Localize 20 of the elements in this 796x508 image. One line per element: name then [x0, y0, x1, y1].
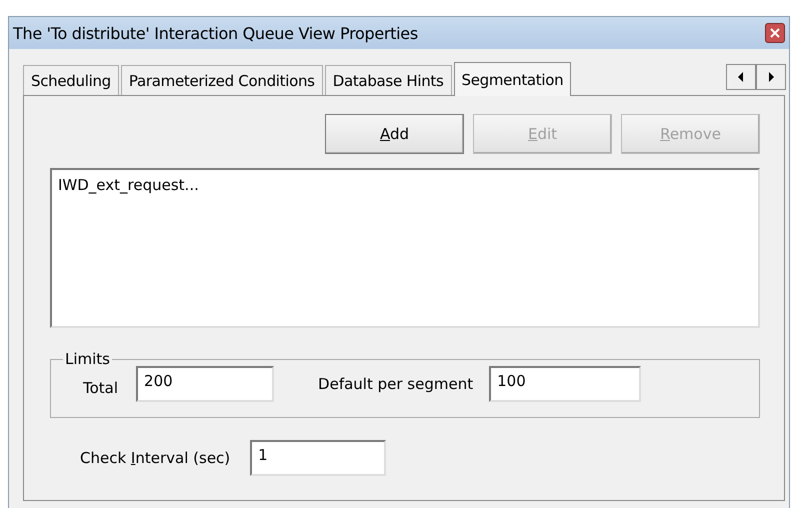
left-arrow-icon — [738, 72, 744, 82]
action-button[interactable]: Add — [325, 114, 464, 154]
group-title: Limits — [64, 350, 111, 368]
list-item[interactable]: IWD_ext_request... — [58, 176, 752, 194]
field-label: Default per segment — [318, 375, 474, 393]
tab[interactable]: Parameterized Conditions — [120, 65, 323, 95]
input-field[interactable]: 100 — [489, 366, 642, 402]
close-button[interactable] — [765, 23, 785, 43]
tab[interactable]: Segmentation — [454, 62, 572, 96]
field-label: Total — [83, 379, 118, 397]
window-title: The 'To distribute' Interaction Queue View Properties — [13, 24, 418, 42]
scroll-right-button[interactable] — [756, 64, 786, 90]
close-icon — [770, 28, 780, 38]
input-field[interactable]: 1 — [250, 440, 386, 476]
field-label: Check Interval (sec) — [80, 449, 230, 467]
tab[interactable]: Scheduling — [23, 65, 119, 95]
scroll-left-button[interactable] — [726, 64, 756, 90]
input-field[interactable]: 200 — [136, 366, 274, 402]
tab[interactable]: Database Hints — [324, 65, 452, 95]
right-arrow-icon — [768, 72, 774, 82]
